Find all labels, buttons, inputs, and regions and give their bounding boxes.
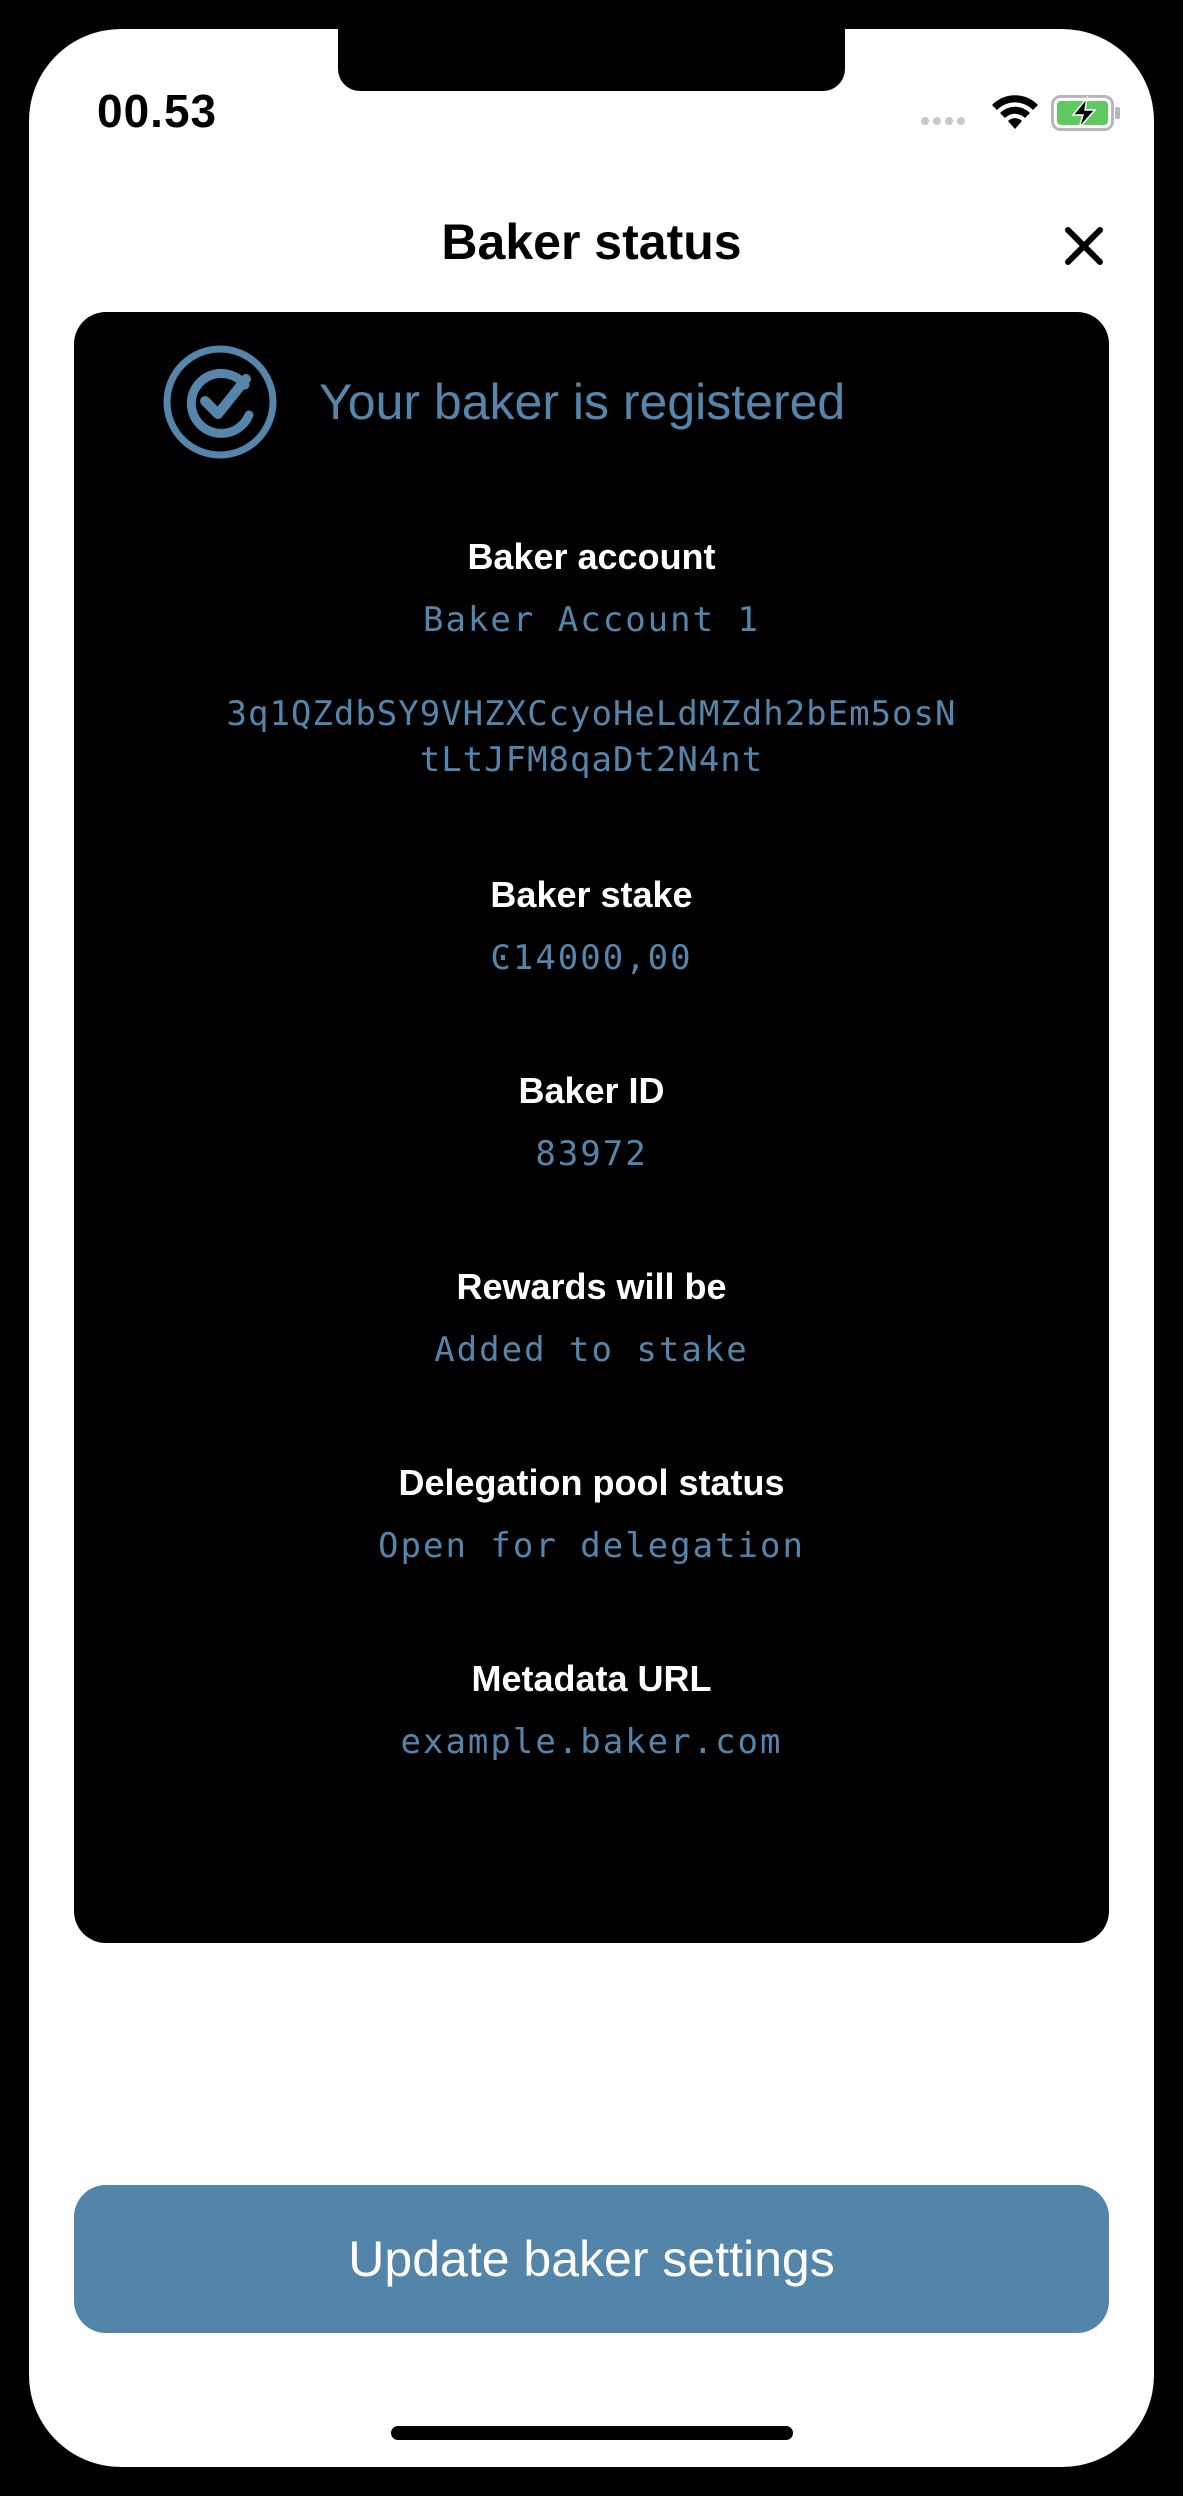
- rewards-value: Added to stake: [434, 1330, 749, 1370]
- battery-charging-icon: [1051, 95, 1120, 131]
- baker-id-section: Baker ID 83972: [74, 1069, 1109, 1177]
- status-header: Your baker is registered: [161, 342, 845, 462]
- device-notch: [338, 29, 845, 91]
- status-bar-time: 00.53: [97, 85, 218, 137]
- pool-status-label: Delegation pool status: [398, 1462, 785, 1503]
- rewards-label: Rewards will be: [456, 1266, 727, 1307]
- rewards-section: Rewards will be Added to stake: [74, 1265, 1109, 1373]
- metadata-url-label: Metadata URL: [471, 1658, 712, 1699]
- baker-account-section: Baker account Baker Account 1 3q1QZdbSY9…: [74, 535, 1109, 783]
- app-screen: 00.53 Baker status Your baker is registe…: [29, 29, 1154, 2467]
- baker-status-card: Your baker is registered Baker account B…: [74, 312, 1109, 1943]
- wifi-icon: [992, 95, 1038, 129]
- baker-account-label: Baker account: [467, 536, 716, 577]
- page-title: Baker status: [441, 214, 742, 270]
- metadata-url-section: Metadata URL example.baker.com: [74, 1657, 1109, 1765]
- close-icon[interactable]: [1059, 221, 1109, 271]
- device-frame: 00.53 Baker status Your baker is registe…: [0, 0, 1183, 2496]
- baker-id-label: Baker ID: [518, 1070, 665, 1111]
- pool-status-section: Delegation pool status Open for delegati…: [74, 1461, 1109, 1569]
- home-indicator[interactable]: [391, 2426, 793, 2440]
- baker-account-name: Baker Account 1: [422, 600, 761, 640]
- pool-status-value: Open for delegation: [378, 1526, 805, 1566]
- cellular-signal-icon: [921, 117, 965, 125]
- baker-stake-section: Baker stake Ͼ14000,00: [74, 873, 1109, 981]
- baker-account-address-line1: 3q1QZdbSY9VHZXCcyoHeLdMZdh2bEm5osN: [226, 694, 957, 734]
- update-baker-settings-button[interactable]: Update baker settings: [74, 2185, 1109, 2333]
- check-circle-icon: [163, 345, 277, 459]
- baker-stake-label: Baker stake: [490, 874, 693, 915]
- baker-stake-value: Ͼ14000,00: [490, 938, 693, 978]
- status-title: Your baker is registered: [319, 374, 846, 430]
- metadata-url-value: example.baker.com: [400, 1722, 783, 1762]
- baker-id-value: 83972: [535, 1134, 648, 1174]
- baker-account-address-line2: tLtJFM8qaDt2N4nt: [419, 740, 764, 780]
